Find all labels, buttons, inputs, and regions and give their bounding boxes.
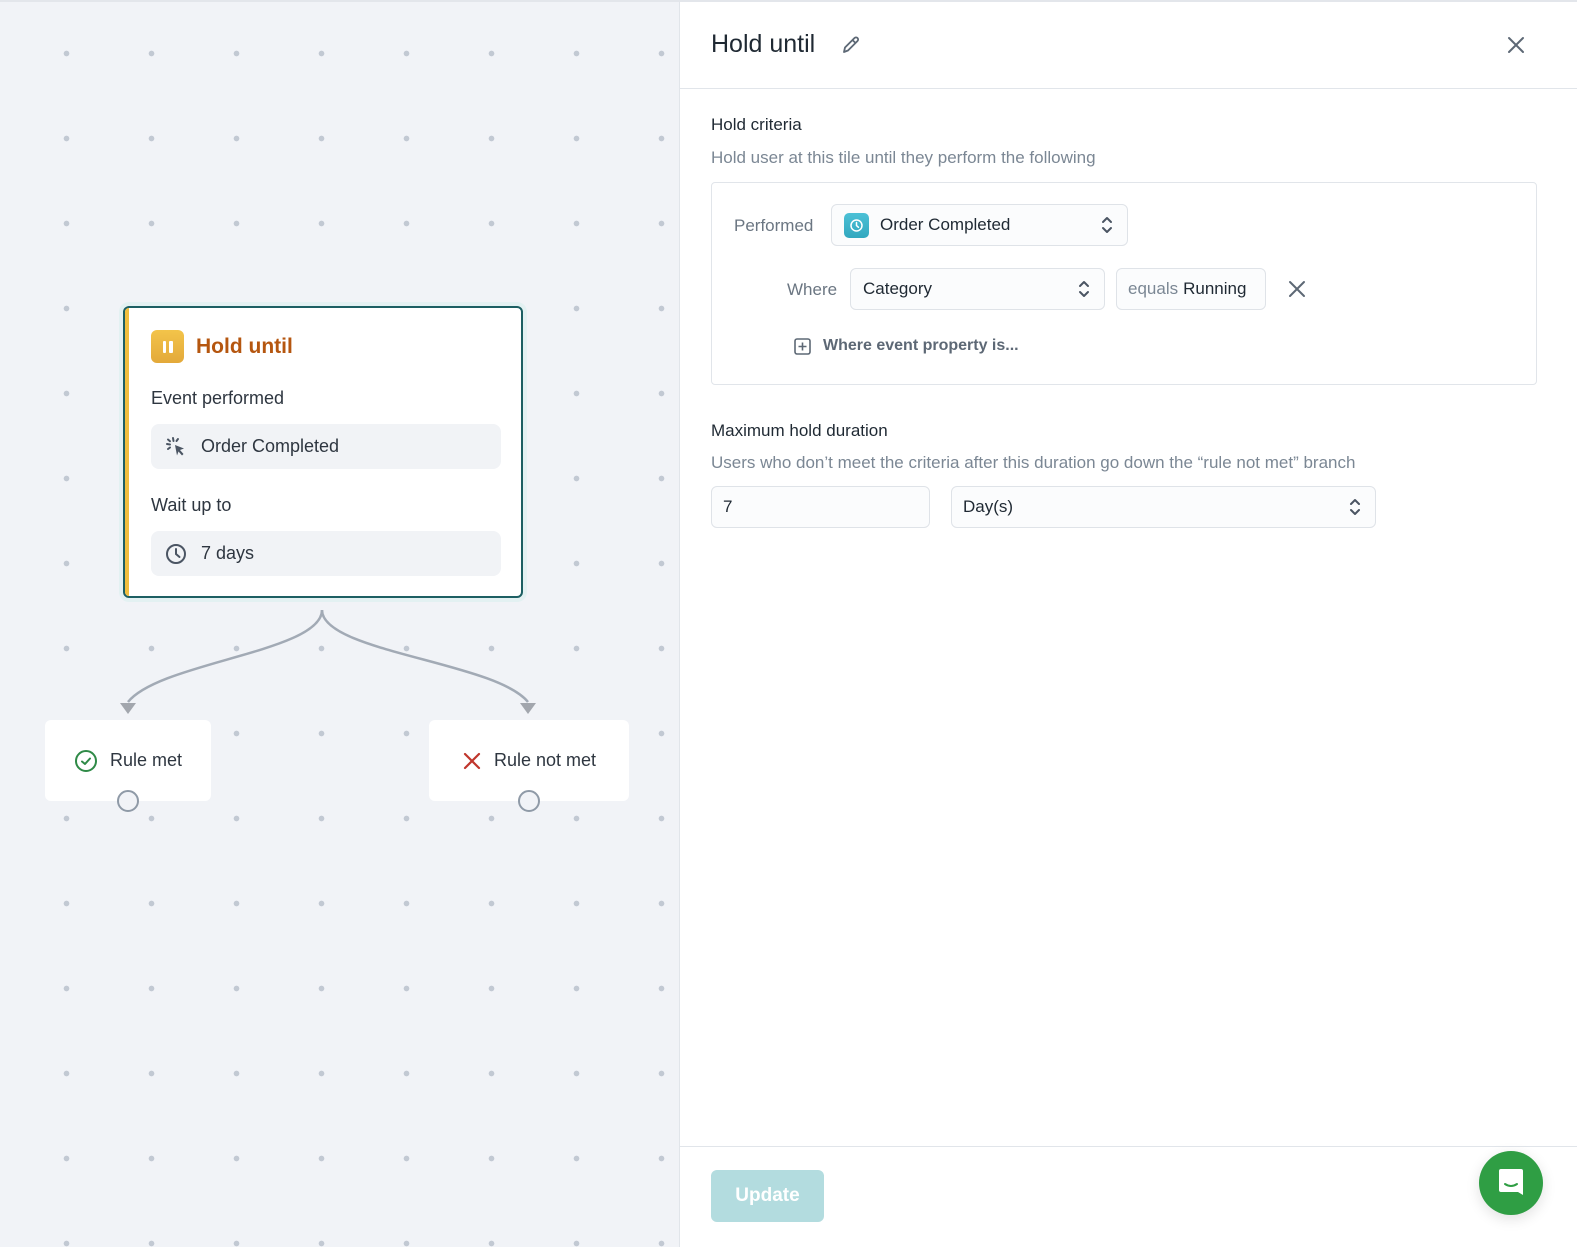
wait-value: 7 days [201,543,255,563]
pencil-icon[interactable] [840,34,862,56]
remove-condition-icon[interactable] [1288,280,1306,298]
arrow-head-left [120,703,136,714]
port-rule-not-met[interactable] [518,790,540,812]
tile-title: Hold until [196,334,293,358]
hold-until-tile[interactable]: Hold until Event performed Order Complet… [123,306,523,598]
branch-rule-met[interactable]: Rule met [45,720,211,801]
max-duration-subtitle: Users who don’t meet the criteria after … [711,453,1356,472]
connector-rule-not-met [320,609,529,703]
condition-value: Running [1183,279,1247,298]
cursor-click-icon [166,436,184,455]
duration-amount-input[interactable]: 7 [711,486,930,528]
event-select[interactable]: Order Completed [831,204,1128,246]
max-duration-title: Maximum hold duration [711,421,888,440]
event-value: Order Completed [201,436,340,456]
panel-title: Hold until [711,30,816,58]
chevron-up-down-icon [1079,281,1089,297]
branch-label: Rule met [109,750,183,770]
add-property-button[interactable]: Where event property is... [794,337,1019,355]
workflow-canvas[interactable]: Hold until Event performed Order Complet… [0,0,680,1247]
where-label: Where [787,280,838,299]
port-rule-met[interactable] [117,790,139,812]
wait-up-to-label: Wait up to [151,495,232,515]
check-circle-icon [74,749,97,772]
branch-rule-not-met[interactable]: Rule not met [429,720,629,801]
wait-pill: 7 days [151,531,501,576]
criteria-box: Performed Order Completed Where Category… [711,182,1537,385]
chevron-up-down-icon [1350,499,1360,515]
chevron-up-down-icon [1102,217,1112,233]
arrow-head-right [520,703,536,714]
branch-connectors [120,609,536,714]
duration-amount-value: 7 [723,497,733,516]
event-pill: Order Completed [151,424,501,469]
x-icon [463,752,481,769]
update-button[interactable]: Update [711,1170,824,1222]
chat-bubble-icon [1499,1169,1523,1195]
branch-label: Rule not met [493,750,597,770]
duration-unit-select[interactable]: Day(s) [951,486,1376,528]
close-icon[interactable] [1505,34,1527,56]
hold-criteria-title: Hold criteria [711,115,802,134]
condition-operator: equals [1128,279,1179,298]
plus-square-icon [794,337,811,355]
clock-icon [166,543,186,564]
hold-criteria-subtitle: Hold user at this tile until they perfor… [711,148,1096,167]
property-select[interactable]: Category [850,268,1105,310]
panel-header: Hold until [680,2,1577,89]
panel-footer: Update [680,1146,1577,1247]
performed-label: Performed [734,216,814,235]
event-performed-label: Event performed [151,388,285,408]
event-select-value: Order Completed [880,215,1011,234]
add-property-label: Where event property is... [823,337,1019,354]
settings-panel: Hold until Hold criteria Hold user at th… [680,0,1577,1247]
chat-widget-button[interactable] [1479,1151,1543,1215]
property-condition[interactable]: equals Running [1116,268,1266,310]
property-select-value: Category [863,279,932,298]
event-clock-icon [844,212,869,238]
duration-unit-value: Day(s) [963,497,1014,516]
pause-icon [151,330,184,363]
connector-rule-met [127,609,324,703]
